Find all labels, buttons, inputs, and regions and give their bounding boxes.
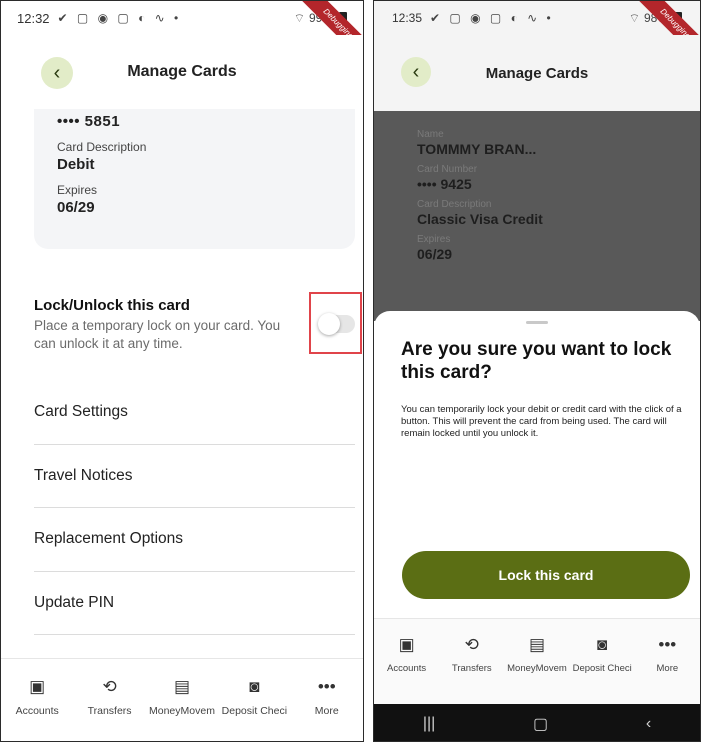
lock-confirmation-sheet: Are you sure you want to lock this card?… [374,311,700,621]
card-description-value: Debit [57,156,95,173]
sheet-body: You can temporarily lock your debit or c… [401,404,682,439]
system-back-icon[interactable]: ‹ [646,715,651,733]
more-icon: ••• [317,677,336,696]
menu-item-card-settings[interactable]: Card Settings [34,381,355,445]
nav-transfers[interactable]: ⟲ Transfers [73,675,145,717]
app-header: ‹ Manage Cards [1,35,363,109]
page-title: Manage Cards [485,64,589,82]
nav-transfers[interactable]: ⟲ Transfers [439,633,504,674]
menu-item-update-pin[interactable]: Update PIN [34,572,355,635]
android-system-nav: ||| ▢ ‹ [374,704,700,741]
card-number-label: Card Number [417,164,478,175]
deposit-check-icon: ◙ [597,635,608,654]
lock-description: Place a temporary lock on your card. You… [34,318,281,352]
nav-accounts[interactable]: ▣ Accounts [374,633,439,674]
bottom-nav: ▣ Accounts ⟲ Transfers ▤ MoneyMovem ◙ Deposi… [1,658,363,741]
menu-item-travel-notices[interactable]: Travel Notices [34,445,355,508]
lock-toggle[interactable] [318,313,355,335]
left-phone-screen: 12:32 ✔ ▢ ◉ ▢ ◐ ∿ • ⌔ 99% Debugging ‹ Ma… [0,0,364,742]
accounts-icon: ▣ [398,635,415,654]
card-description-label: Card Description [57,140,147,154]
nav-money-movement[interactable]: ▤ MoneyMovem [504,633,569,674]
page-title: Manage Cards [127,63,237,80]
transfers-icon: ⟲ [102,677,117,696]
status-time: 12:35 [392,11,423,25]
expires-value: 06/29 [57,199,95,216]
app-header: ‹ Manage Cards [374,35,700,111]
dimmed-card-details: Name TOMMMY BRAN... Card Number •••• 942… [374,111,700,321]
recents-icon[interactable]: ||| [423,715,435,733]
card-details-panel: •••• 5851 Card Description Debit Expires… [34,109,355,249]
card-number: •••• 5851 [57,113,121,130]
nav-accounts[interactable]: ▣ Accounts [1,675,73,717]
deposit-check-icon: ◙ [249,677,260,696]
home-icon[interactable]: ▢ [533,714,548,734]
card-number-value: •••• 9425 [417,176,472,192]
drag-handle[interactable] [526,321,548,324]
sheet-title: Are you sure you want to lock this card? [401,339,672,383]
notification-icons: ✔ ▢ ◉ ▢ ◐ ∿ • [57,11,182,25]
wifi-icon: ⌔ [293,10,305,25]
wifi-icon: ⌔ [628,10,640,25]
card-description-value: Classic Visa Credit [417,211,543,227]
card-description-label: Card Description [417,199,492,210]
accounts-icon: ▣ [29,677,46,696]
chevron-left-icon: ‹ [53,61,61,84]
expires-label: Expires [57,183,98,197]
expires-label: Expires [417,234,451,245]
back-button[interactable]: ‹ [41,57,73,89]
back-button[interactable]: ‹ [401,57,431,87]
money-movement-icon: ▤ [173,677,190,696]
name-label: Name [417,129,444,140]
transfers-icon: ⟲ [464,635,479,654]
lock-section: Lock/Unlock this card Place a temporary … [34,297,334,353]
more-icon: ••• [658,635,677,654]
lock-card-button[interactable]: Lock this card [402,551,690,599]
notification-icons: ✔ ▢ ◉ ▢ ◐ ∿ • [430,11,554,25]
expires-value: 06/29 [417,246,453,262]
toggle-knob [318,313,340,335]
status-time: 12:32 [17,10,50,26]
right-phone-screen: 12:35 ✔ ▢ ◉ ▢ ◐ ∿ • ⌔ 98% Debugging ‹ Ma… [373,0,701,742]
money-movement-icon: ▤ [528,635,545,654]
bottom-nav: ▣ Accounts ⟲ Transfers ▤ MoneyMovem ◙ Deposi… [374,618,700,704]
card-options-menu: Card Settings Travel Notices Replacement… [34,381,355,635]
nav-deposit-check[interactable]: ◙ Deposit Checi [218,675,290,717]
name-value: TOMMMY BRAN... [417,141,537,157]
menu-item-replacement-options[interactable]: Replacement Options [34,508,355,572]
nav-deposit-check[interactable]: ◙ Deposit Checi [570,633,635,674]
lock-title: Lock/Unlock this card [34,297,190,314]
nav-more[interactable]: ••• More [291,675,363,717]
nav-more[interactable]: ••• More [635,633,700,674]
nav-money-movement[interactable]: ▤ MoneyMovem [146,675,218,717]
chevron-left-icon: ‹ [412,60,420,83]
